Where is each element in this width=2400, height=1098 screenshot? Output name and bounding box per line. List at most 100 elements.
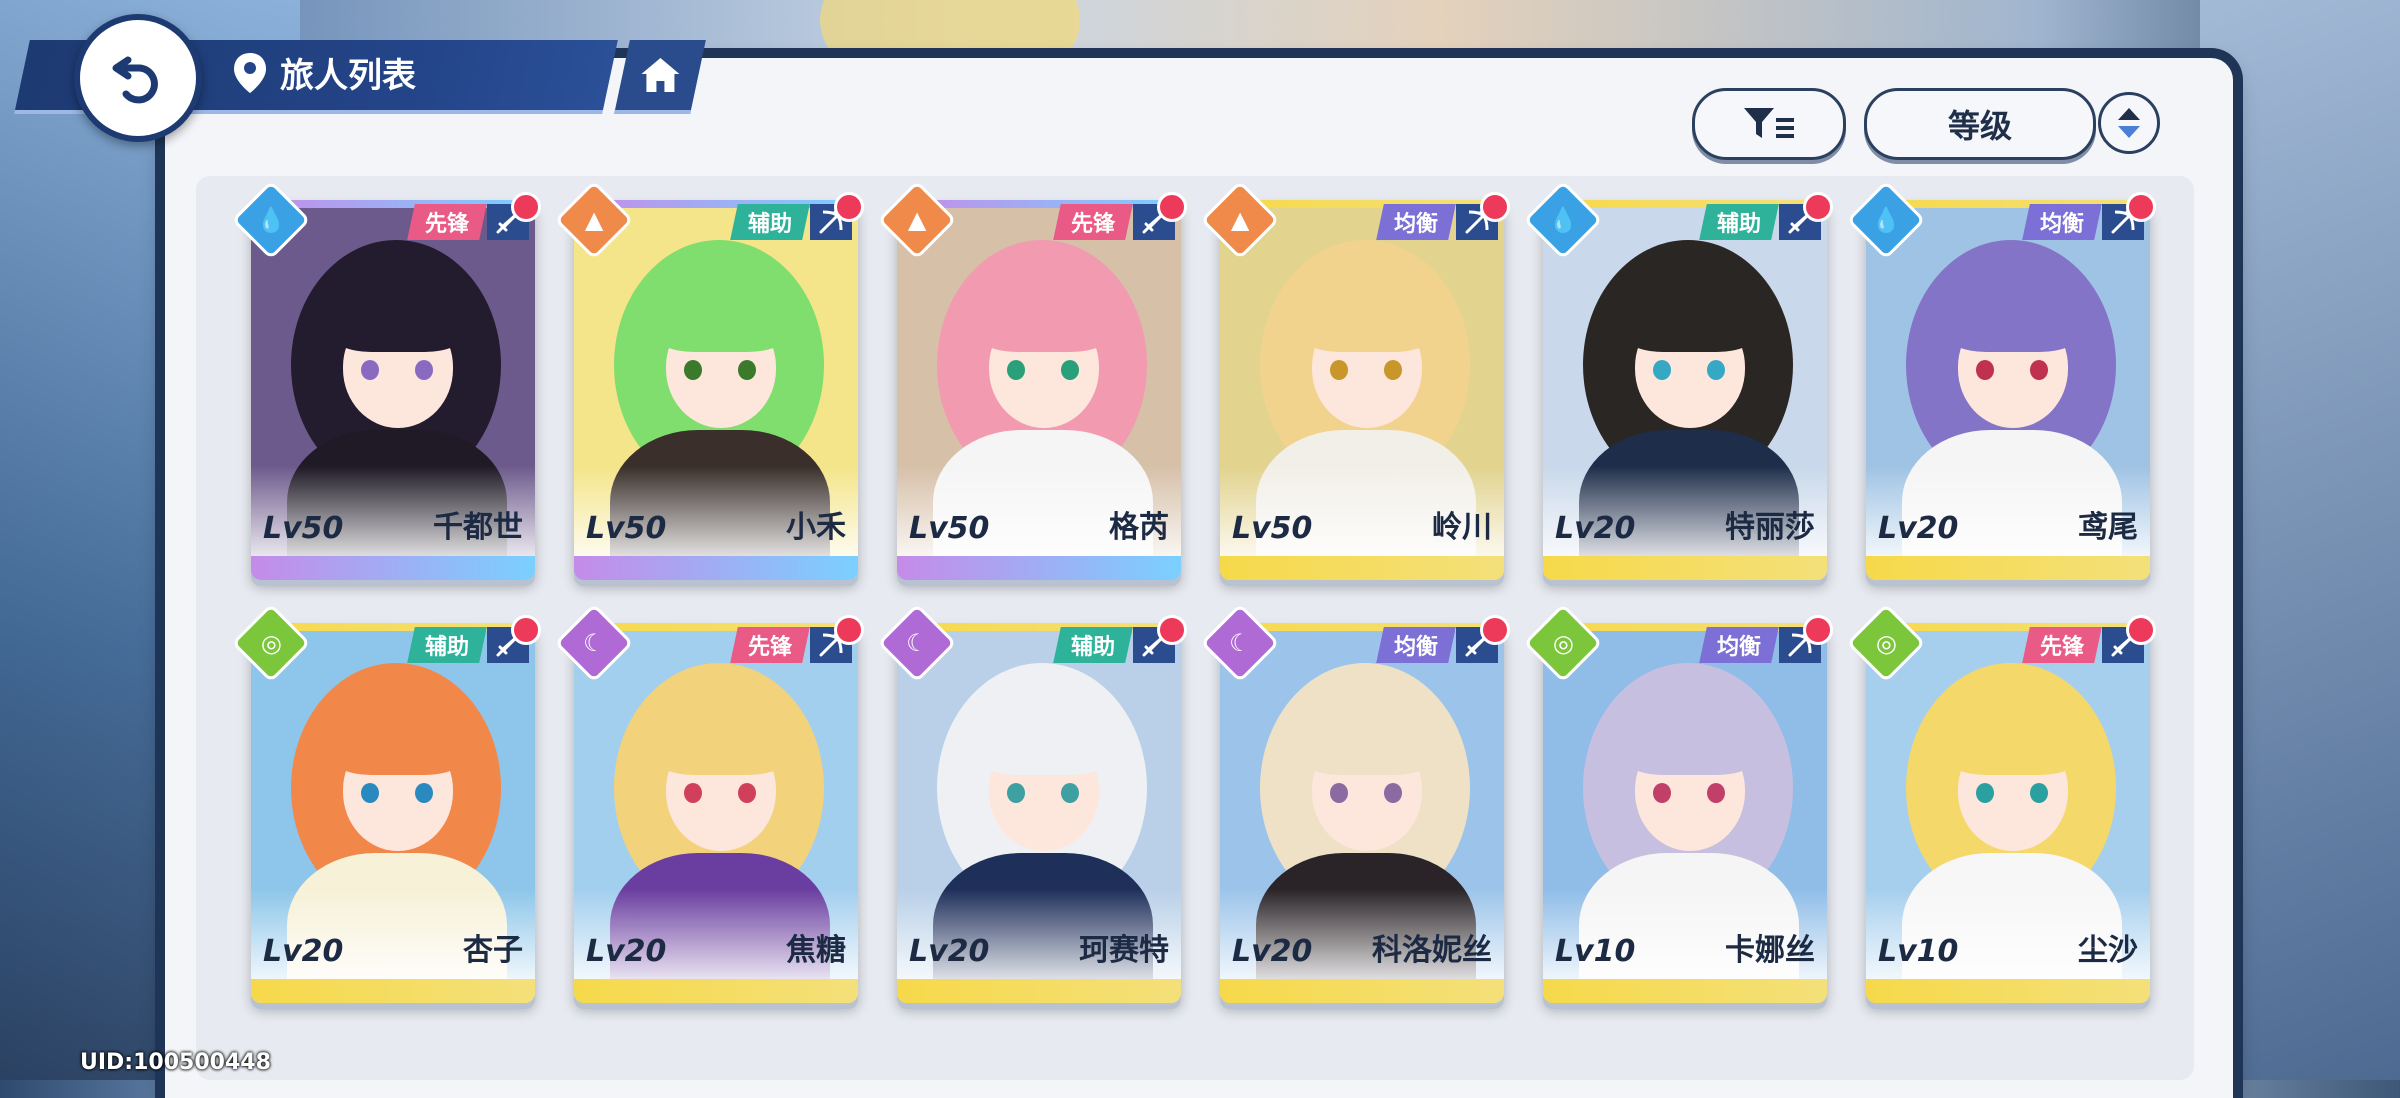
character-level: Lv50 xyxy=(586,511,667,546)
sort-order-icon xyxy=(2118,108,2140,138)
notification-dot xyxy=(2126,615,2156,645)
character-card[interactable]: ◎ 辅助 Lv20 杏子 xyxy=(231,603,541,1003)
character-level: Lv50 xyxy=(909,511,990,546)
notification-dot xyxy=(511,615,541,645)
portrait-eye xyxy=(1384,783,1402,803)
card-rarity-stripe xyxy=(251,556,535,580)
uid-label: UID:100500448 xyxy=(80,1050,271,1075)
portrait-fringe xyxy=(1946,292,2080,352)
character-card[interactable]: ▲ 辅助 Lv50 小禾 xyxy=(554,180,864,580)
portrait-fringe xyxy=(977,292,1111,352)
notification-dot xyxy=(1480,615,1510,645)
portrait-fringe xyxy=(1300,292,1434,352)
portrait-eye xyxy=(2030,783,2048,803)
character-level: Lv20 xyxy=(586,934,667,969)
character-name: 小禾 xyxy=(786,510,846,545)
role-label: 均衡 xyxy=(2039,212,2084,237)
character-card[interactable]: ☾ 均衡 Lv20 科洛妮丝 xyxy=(1200,603,1510,1003)
portrait-eye xyxy=(1007,783,1025,803)
card-rarity-stripe xyxy=(1220,979,1504,1003)
portrait-eye xyxy=(684,783,702,803)
portrait-fringe xyxy=(654,715,788,775)
role-label: 先锋 xyxy=(2039,635,2084,660)
character-level: Lv20 xyxy=(1232,934,1313,969)
notification-dot xyxy=(1157,615,1187,645)
character-card[interactable]: 💧 均衡 Lv20 鸢尾 xyxy=(1846,180,2156,580)
character-name: 特丽莎 xyxy=(1725,510,1815,545)
home-icon xyxy=(641,58,680,92)
role-badge: 均衡 xyxy=(1376,204,1456,240)
notification-dot xyxy=(1803,192,1833,222)
role-label: 先锋 xyxy=(424,212,469,237)
character-card[interactable]: ▲ 均衡 Lv50 岭川 xyxy=(1200,180,1510,580)
role-label: 均衡 xyxy=(1393,212,1438,237)
role-label: 均衡 xyxy=(1716,635,1761,660)
character-level: Lv20 xyxy=(909,934,990,969)
notification-dot xyxy=(834,615,864,645)
character-name: 岭川 xyxy=(1432,510,1492,545)
card-rarity-stripe xyxy=(897,556,1181,580)
character-card[interactable]: ▲ 先锋 Lv50 格芮 xyxy=(877,180,1187,580)
character-card[interactable]: 💧 辅助 Lv20 特丽莎 xyxy=(1523,180,1833,580)
portrait-eye xyxy=(1976,360,1994,380)
portrait-eye xyxy=(1707,783,1725,803)
sort-button[interactable]: 等级 xyxy=(1864,88,2096,160)
card-rarity-stripe xyxy=(1866,556,2150,580)
role-badge: 辅助 xyxy=(1053,627,1133,663)
home-button[interactable] xyxy=(614,40,706,114)
portrait-eye xyxy=(1330,783,1348,803)
portrait-eye xyxy=(415,783,433,803)
role-badge: 辅助 xyxy=(407,627,487,663)
notification-dot xyxy=(2126,192,2156,222)
portrait-eye xyxy=(1707,360,1725,380)
character-card[interactable]: 💧 先锋 Lv50 千都世 xyxy=(231,180,541,580)
portrait-fringe xyxy=(1300,715,1434,775)
portrait-fringe xyxy=(331,292,465,352)
character-card[interactable]: ☾ 先锋 Lv20 焦糖 xyxy=(554,603,864,1003)
portrait-fringe xyxy=(654,292,788,352)
character-name: 鸢尾 xyxy=(2078,510,2138,545)
card-rarity-stripe xyxy=(574,556,858,580)
role-badge: 先锋 xyxy=(730,627,810,663)
character-card[interactable]: ◎ 均衡 Lv10 卡娜丝 xyxy=(1523,603,1833,1003)
role-badge: 均衡 xyxy=(2022,204,2102,240)
portrait-eye xyxy=(1653,783,1671,803)
card-rarity-stripe xyxy=(897,979,1181,1003)
sort-label: 等级 xyxy=(1947,107,2012,145)
portrait-eye xyxy=(361,360,379,380)
card-rarity-stripe xyxy=(251,979,535,1003)
page-title-text: 旅人列表 xyxy=(280,56,416,96)
portrait-eye xyxy=(2030,360,2048,380)
character-level: Lv50 xyxy=(263,511,344,546)
portrait-eye xyxy=(1330,360,1348,380)
portrait-eye xyxy=(415,360,433,380)
notification-dot xyxy=(1480,192,1510,222)
back-button[interactable] xyxy=(74,14,202,142)
character-card[interactable]: ☾ 辅助 Lv20 珂赛特 xyxy=(877,603,1187,1003)
role-label: 先锋 xyxy=(747,635,792,660)
card-rarity-stripe xyxy=(1866,979,2150,1003)
role-label: 辅助 xyxy=(424,635,469,660)
role-label: 辅助 xyxy=(747,212,792,237)
sort-order-toggle[interactable] xyxy=(2098,92,2160,154)
filter-button[interactable] xyxy=(1692,88,1846,160)
role-label: 辅助 xyxy=(1070,635,1115,660)
portrait-eye xyxy=(1061,783,1079,803)
role-badge: 先锋 xyxy=(1053,204,1133,240)
character-name: 格芮 xyxy=(1109,510,1169,545)
portrait-eye xyxy=(1061,360,1079,380)
character-name: 卡娜丝 xyxy=(1725,933,1815,968)
character-name: 科洛妮丝 xyxy=(1372,933,1492,968)
location-pin-icon xyxy=(234,52,266,93)
role-label: 均衡 xyxy=(1393,635,1438,660)
character-level: Lv10 xyxy=(1878,934,1959,969)
character-name: 尘沙 xyxy=(2078,933,2138,968)
character-level: Lv20 xyxy=(1878,511,1959,546)
portrait-eye xyxy=(684,360,702,380)
character-card[interactable]: ◎ 先锋 Lv10 尘沙 xyxy=(1846,603,2156,1003)
character-name: 珂赛特 xyxy=(1079,933,1169,968)
character-level: Lv50 xyxy=(1232,511,1313,546)
portrait-eye xyxy=(1653,360,1671,380)
portrait-fringe xyxy=(331,715,465,775)
portrait-eye xyxy=(738,783,756,803)
